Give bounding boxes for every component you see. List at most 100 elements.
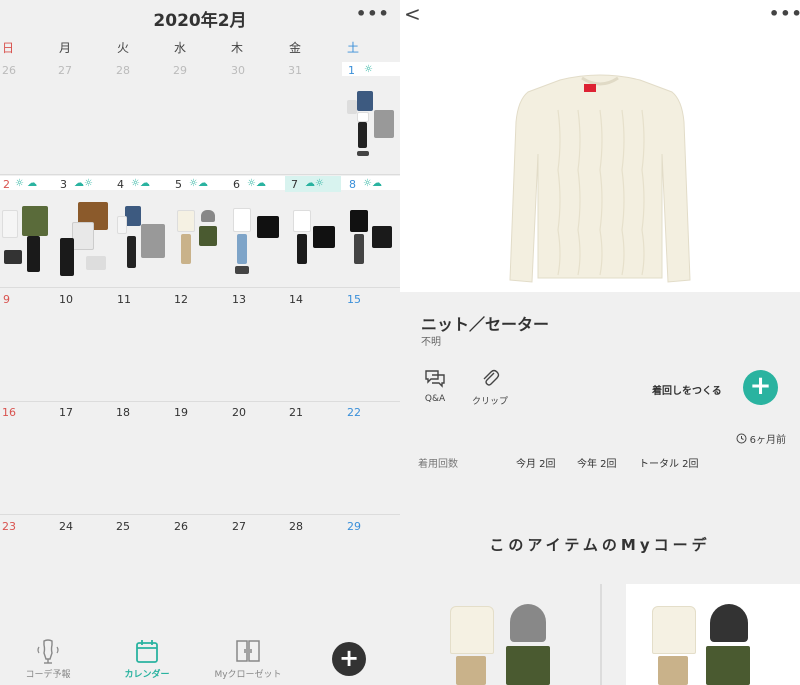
- day-cell[interactable]: 2: [3, 178, 10, 191]
- item-image: [400, 30, 800, 292]
- clock-icon: [736, 433, 747, 444]
- year-count: 今年 2回: [577, 459, 617, 470]
- pants-item: [354, 234, 364, 264]
- tab-calendar-label: カレンダー: [124, 670, 170, 680]
- outfit-thumbnail[interactable]: [231, 200, 287, 280]
- weather-icon: ☼☁: [247, 178, 266, 189]
- day-cell[interactable]: 30: [231, 64, 245, 77]
- create-outfit-label[interactable]: 着回しをつくる: [652, 382, 722, 397]
- outfit-card[interactable]: [626, 584, 800, 685]
- weekday-tue: 火: [117, 41, 130, 55]
- day-cell[interactable]: 18: [116, 406, 130, 419]
- calendar-header: 2020年2月 •••: [0, 0, 400, 34]
- day-cell[interactable]: 12: [174, 293, 188, 306]
- shoes-item: [4, 250, 22, 264]
- day-cell[interactable]: 5: [175, 178, 182, 191]
- jacket-item: [313, 226, 335, 248]
- day-cell[interactable]: 10: [59, 293, 73, 306]
- day-cell[interactable]: 23: [2, 520, 16, 533]
- jacket-item: [372, 226, 392, 248]
- day-cell[interactable]: 16: [2, 406, 16, 419]
- day-cell[interactable]: 28: [116, 64, 130, 77]
- pants-item: [181, 234, 191, 264]
- back-icon[interactable]: <: [404, 2, 422, 26]
- sweater-item: [450, 606, 494, 654]
- day-cell[interactable]: 21: [289, 406, 303, 419]
- day-cell[interactable]: 8: [349, 178, 356, 191]
- shirt-item: [257, 216, 279, 238]
- outfit-thumbnail[interactable]: [345, 88, 400, 168]
- calendar-title[interactable]: 2020年2月: [0, 6, 400, 31]
- day-cell[interactable]: 7: [291, 178, 298, 191]
- day-cell[interactable]: 24: [59, 520, 73, 533]
- day-cell[interactable]: 29: [173, 64, 187, 77]
- beanie-item: [710, 604, 748, 642]
- clip-button[interactable]: クリップ: [468, 368, 512, 407]
- weather-icon: ☼☁: [189, 178, 208, 189]
- last-worn-text: 6ヶ月前: [749, 435, 786, 446]
- day-cell[interactable]: 1: [348, 64, 355, 77]
- more-options-icon[interactable]: •••: [356, 4, 390, 23]
- jacket-item: [357, 91, 373, 111]
- outfit-thumbnail[interactable]: [289, 200, 345, 280]
- day-cell[interactable]: 19: [174, 406, 188, 419]
- day-cell[interactable]: 6: [233, 178, 240, 191]
- more-options-icon[interactable]: •••: [769, 4, 800, 23]
- tab-calendar[interactable]: カレンダー: [116, 637, 178, 680]
- divider: [0, 514, 400, 515]
- outfit-thumbnail[interactable]: [115, 200, 171, 280]
- weekday-mon: 月: [59, 41, 72, 55]
- shirt-item: [506, 646, 550, 685]
- outfit-grid: [400, 584, 800, 685]
- month-count: 今月 2回: [516, 459, 556, 470]
- tab-closet[interactable]: Myクローゼット: [208, 637, 288, 680]
- brand-logo: [584, 84, 596, 92]
- item-category: ニット／セーター: [421, 315, 550, 334]
- day-cell[interactable]: 27: [232, 520, 246, 533]
- pants-item: [127, 236, 136, 268]
- weather-icon: ☼: [364, 64, 373, 75]
- day-cell[interactable]: 25: [116, 520, 130, 533]
- qa-button[interactable]: Q&A: [420, 368, 450, 404]
- day-cell[interactable]: 9: [3, 293, 10, 306]
- weekday-wed: 水: [174, 41, 187, 55]
- create-outfit-button[interactable]: +: [743, 370, 778, 405]
- day-cell[interactable]: 29: [347, 520, 361, 533]
- weather-icon: ☼☁: [363, 178, 382, 189]
- tab-forecast-label: コーデ予報: [25, 670, 71, 680]
- outfit-thumbnail[interactable]: [58, 200, 114, 280]
- jacket-item: [22, 206, 48, 236]
- beanie-item: [201, 210, 215, 222]
- outfit-card[interactable]: [400, 584, 600, 685]
- day-cell[interactable]: 27: [58, 64, 72, 77]
- tee-item: [350, 210, 368, 232]
- day-cell[interactable]: 20: [232, 406, 246, 419]
- day-cell[interactable]: 13: [232, 293, 246, 306]
- day-cell[interactable]: 15: [347, 293, 361, 306]
- day-cell[interactable]: 14: [289, 293, 303, 306]
- day-cell[interactable]: 4: [117, 178, 124, 191]
- pants-item: [27, 236, 40, 272]
- add-outfit-button[interactable]: +: [332, 642, 366, 676]
- last-worn: 6ヶ月前: [736, 431, 786, 446]
- shirt-item: [233, 208, 251, 232]
- hoodie-item: [72, 222, 94, 250]
- beanie-item: [510, 604, 546, 642]
- outfit-thumbnail[interactable]: [0, 200, 56, 280]
- outfit-thumbnail[interactable]: [173, 200, 229, 280]
- sweater-image: [509, 74, 691, 283]
- sweater-item: [177, 210, 195, 232]
- day-cell[interactable]: 26: [174, 520, 188, 533]
- coat-item: [141, 224, 165, 258]
- qa-label: Q&A: [424, 394, 446, 404]
- day-cell[interactable]: 22: [347, 406, 361, 419]
- day-cell[interactable]: 26: [2, 64, 16, 77]
- day-cell[interactable]: 11: [117, 293, 131, 306]
- day-cell[interactable]: 31: [288, 64, 302, 77]
- day-cell[interactable]: 3: [60, 178, 67, 191]
- shirt-item: [347, 100, 357, 114]
- day-cell[interactable]: 28: [289, 520, 303, 533]
- day-cell[interactable]: 17: [59, 406, 73, 419]
- tab-forecast[interactable]: コーデ予報: [18, 637, 78, 680]
- outfit-thumbnail[interactable]: [346, 200, 400, 280]
